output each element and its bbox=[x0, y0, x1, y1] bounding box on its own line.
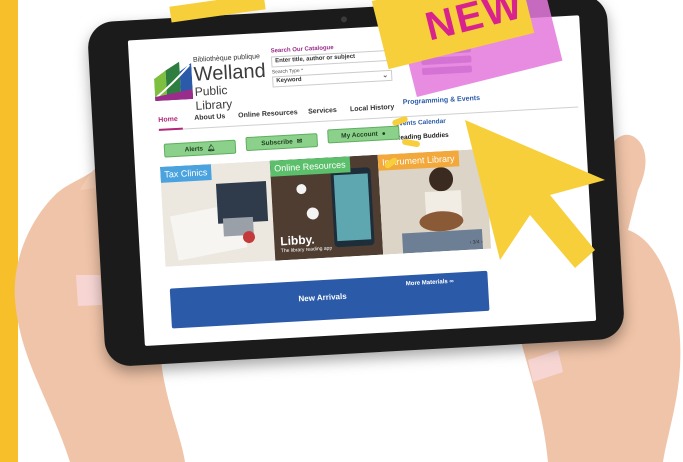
nav-local-history[interactable]: Local History bbox=[350, 104, 395, 113]
nav-online-resources[interactable]: Online Resources bbox=[238, 109, 298, 119]
more-materials-label: More Materials bbox=[405, 279, 448, 288]
envelope-icon: ✉ bbox=[296, 137, 303, 146]
nav-programming-events[interactable]: Programming & Events bbox=[403, 95, 481, 106]
nav-services[interactable]: Services bbox=[308, 107, 337, 116]
slide-label-tax: Tax Clinics bbox=[159, 164, 212, 183]
chevron-down-icon: ⌄ bbox=[382, 72, 389, 80]
alerts-button[interactable]: Alerts 🔔︎ bbox=[163, 139, 237, 158]
arrow-cursor-icon bbox=[465, 120, 605, 268]
slide-online-resources[interactable]: Online Resources Libby. The library read… bbox=[269, 154, 384, 261]
nav-home[interactable]: Home bbox=[158, 116, 178, 124]
logo-subtitle-text: Public Library bbox=[194, 83, 233, 113]
logo-mark-icon bbox=[153, 59, 194, 102]
my-account-button[interactable]: My Account ● bbox=[327, 125, 400, 144]
search-type-value: Keyword bbox=[276, 76, 302, 85]
more-materials-link[interactable]: More Materials ∞ bbox=[406, 279, 454, 288]
camera-dot bbox=[340, 16, 348, 23]
nav-active-underline bbox=[158, 127, 183, 131]
subscribe-button[interactable]: Subscribe ✉ bbox=[245, 133, 319, 152]
new-arrivals-banner[interactable]: New Arrivals More Materials ∞ bbox=[169, 270, 490, 329]
bell-icon: 🔔︎ bbox=[206, 144, 216, 153]
alerts-label: Alerts bbox=[184, 144, 204, 154]
new-arrivals-title: New Arrivals bbox=[298, 291, 347, 304]
nav-about-us[interactable]: About Us bbox=[194, 113, 225, 122]
infinity-icon: ∞ bbox=[449, 278, 454, 285]
feature-carousel[interactable]: Tax Clinics Online Resources Libby. The … bbox=[159, 148, 492, 267]
my-account-label: My Account bbox=[341, 130, 378, 140]
user-icon: ● bbox=[381, 129, 386, 137]
library-logo[interactable]: Bibliothèque publique Welland Public Lib… bbox=[153, 51, 266, 113]
catalogue-search: Search Our Catalogue Enter title, author… bbox=[271, 42, 393, 88]
slide-tax-clinics[interactable]: Tax Clinics bbox=[159, 160, 276, 267]
subscribe-label: Subscribe bbox=[261, 137, 293, 147]
